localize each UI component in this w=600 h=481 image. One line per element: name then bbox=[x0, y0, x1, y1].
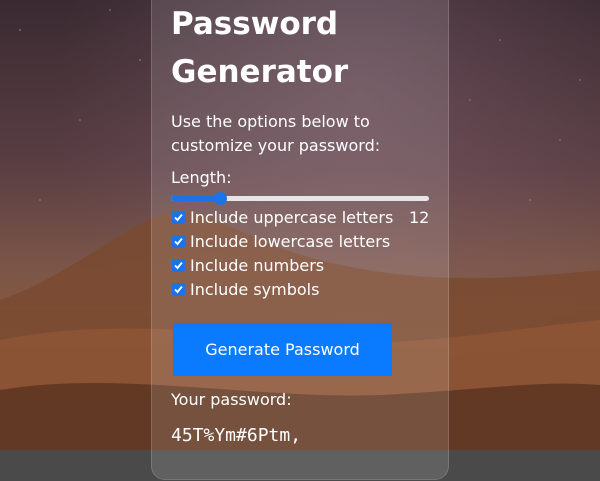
slider-fill bbox=[171, 196, 220, 201]
password-label: Your password: bbox=[171, 390, 292, 409]
check-icon bbox=[174, 285, 183, 293]
numbers-checkbox[interactable] bbox=[172, 258, 185, 272]
check-icon bbox=[174, 213, 183, 221]
option-lowercase[interactable]: Include lowercase letters bbox=[171, 229, 390, 253]
description-text: Use the options below to customize your … bbox=[171, 112, 381, 155]
option-label: Include numbers bbox=[190, 255, 325, 275]
option-symbols[interactable]: Include symbols bbox=[171, 277, 319, 301]
length-value: 12 bbox=[409, 208, 430, 227]
generate-password-button[interactable]: Generate Password bbox=[173, 323, 392, 376]
option-label: Include uppercase letters bbox=[190, 207, 394, 227]
lowercase-checkbox[interactable] bbox=[172, 234, 185, 248]
option-numbers[interactable]: Include numbers bbox=[171, 253, 324, 277]
option-uppercase[interactable]: Include uppercase letters bbox=[171, 205, 393, 229]
check-icon bbox=[174, 261, 183, 269]
slider-thumb[interactable] bbox=[214, 192, 227, 205]
check-icon bbox=[174, 237, 183, 245]
length-label: Length: bbox=[171, 168, 232, 187]
option-label: Include lowercase letters bbox=[190, 231, 391, 251]
page-title: Password Generator bbox=[171, 6, 349, 90]
option-label: Include symbols bbox=[190, 279, 320, 299]
generated-password: 45T%Ym#6Ptm, bbox=[171, 425, 302, 446]
length-slider[interactable] bbox=[171, 192, 429, 205]
uppercase-checkbox[interactable] bbox=[172, 210, 185, 224]
symbols-checkbox[interactable] bbox=[172, 282, 185, 296]
